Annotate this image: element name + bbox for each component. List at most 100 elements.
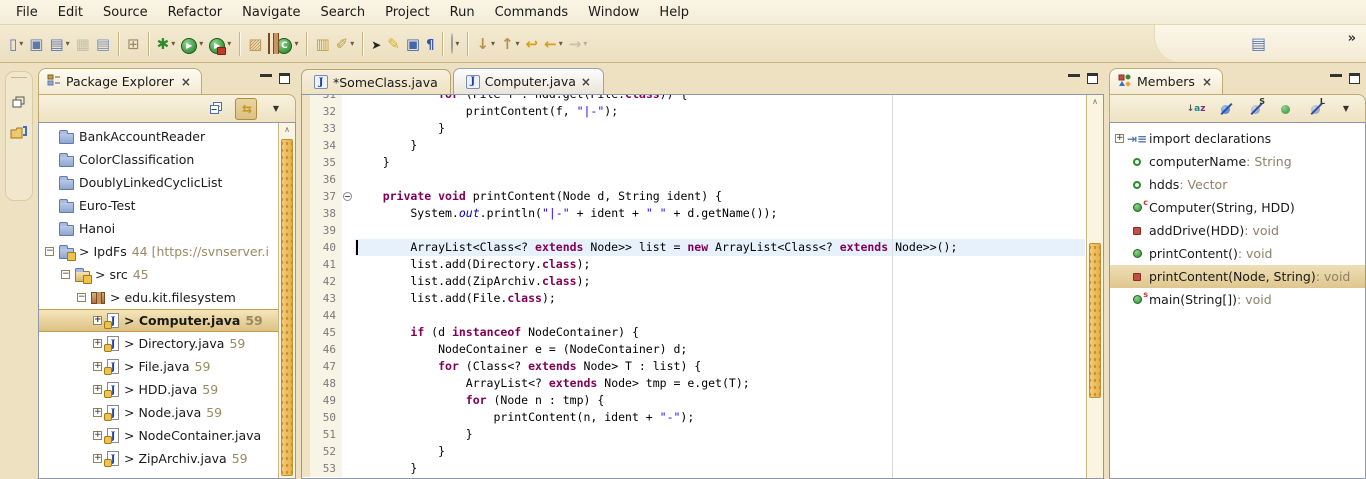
expand-icon[interactable]: + (93, 362, 102, 371)
toolbar-overflow-chevron[interactable]: » (1348, 31, 1356, 46)
run-button[interactable]: ▶▾ (178, 31, 206, 57)
member-item[interactable]: computerName : String (1110, 150, 1365, 173)
folding-ruler[interactable] (342, 307, 355, 324)
last-edit-location-button[interactable]: ↩ (523, 31, 542, 57)
code-text[interactable]: printContent(n, ident + "-"); (355, 409, 1085, 426)
code-line[interactable]: 52 } (302, 443, 1085, 460)
folding-ruler[interactable] (342, 222, 355, 239)
dropdown-arrow-icon[interactable]: ▾ (199, 39, 203, 48)
scrollbar-thumb[interactable] (281, 139, 293, 476)
new-java-project-button[interactable]: ▨ (245, 31, 265, 57)
minimize-button[interactable] (1330, 74, 1342, 83)
tree-item[interactable]: Euro-Test (39, 194, 278, 217)
dropdown-arrow-icon[interactable]: ▾ (455, 39, 459, 48)
code-line[interactable]: 40 ArrayList<Class<? extends Node>> list… (302, 239, 1085, 256)
tree-item[interactable]: +J> ZipArchiv.java59 (39, 447, 278, 470)
code-line[interactable]: 36 (302, 171, 1085, 188)
folding-ruler[interactable] (342, 120, 355, 137)
code-text[interactable]: private void printContent(Node d, String… (355, 188, 1085, 205)
dropdown-arrow-icon[interactable]: ▾ (516, 39, 520, 48)
tree-item[interactable]: −> src45 (39, 263, 278, 286)
member-item[interactable]: addDrive(HDD) : void (1110, 219, 1365, 242)
new-wizard-button[interactable]: ▤▾ (46, 31, 72, 57)
dropdown-arrow-icon[interactable]: ▾ (227, 39, 231, 48)
code-text[interactable]: for (Class<? extends Node> T : list) { (355, 358, 1085, 375)
code-line[interactable]: 33 } (302, 120, 1085, 137)
folding-ruler[interactable] (342, 409, 355, 426)
member-item[interactable]: smain(String[]) : void (1110, 288, 1365, 311)
expand-icon[interactable]: + (93, 431, 102, 440)
collapse-fold-icon[interactable] (343, 192, 352, 201)
menu-commands[interactable]: Commands (485, 2, 579, 23)
menu-project[interactable]: Project (375, 2, 439, 23)
folding-ruler[interactable] (342, 324, 355, 341)
folding-ruler[interactable] (342, 460, 355, 477)
new-visual-class-button[interactable]: ▣ (26, 31, 46, 57)
code-line[interactable]: 37 private void printContent(Node d, Str… (302, 188, 1085, 205)
expand-icon[interactable]: + (93, 408, 102, 417)
folding-ruler[interactable] (342, 392, 355, 409)
show-public-members-button[interactable] (1275, 98, 1297, 120)
collapse-icon[interactable]: − (61, 270, 70, 279)
show-whitespace-button[interactable]: ¶ (423, 31, 437, 57)
menu-help[interactable]: Help (649, 2, 699, 23)
folding-ruler[interactable] (342, 426, 355, 443)
code-line[interactable]: 41 list.add(Directory.class); (302, 256, 1085, 273)
expand-icon[interactable]: + (93, 385, 102, 394)
tree-item[interactable]: ColorClassification (39, 148, 278, 171)
dropdown-arrow-icon[interactable]: ▾ (491, 39, 495, 48)
open-type-button[interactable]: ▥ (312, 31, 332, 57)
code-line[interactable]: 31 for (File f : hdd.get(File.class)) { (302, 95, 1085, 103)
dropdown-arrow-icon[interactable]: ▾ (19, 39, 23, 48)
sort-button[interactable]: ↓az (1185, 98, 1207, 120)
folding-ruler[interactable] (342, 103, 355, 120)
member-item[interactable]: cComputer(String, HDD) (1110, 196, 1365, 219)
folding-ruler[interactable] (342, 95, 355, 103)
tree-item[interactable]: +J> Computer.java59 (39, 309, 278, 332)
code-line[interactable]: 49 for (Node n : tmp) { (302, 392, 1085, 409)
prev-annotation-button[interactable]: ↑▾ (498, 31, 523, 57)
folding-ruler[interactable] (342, 256, 355, 273)
member-item[interactable]: +⇥≡import declarations (1110, 127, 1365, 150)
tree-item[interactable]: +J> Node.java59 (39, 401, 278, 424)
folding-ruler[interactable] (342, 188, 355, 205)
dropdown-arrow-icon[interactable]: ▾ (350, 39, 354, 48)
code-text[interactable]: for (File f : hdd.get(File.class)) { (355, 95, 1085, 103)
folding-ruler[interactable] (342, 137, 355, 154)
view-menu-button[interactable]: ▼ (265, 98, 287, 120)
code-line[interactable]: 39 (302, 222, 1085, 239)
code-text[interactable]: } (355, 460, 1085, 477)
dropdown-arrow-icon[interactable]: ▾ (559, 39, 563, 48)
member-item[interactable]: printContent() : void (1110, 242, 1365, 265)
editor-scrollbar[interactable]: ∧ (1086, 95, 1103, 478)
java-perspective-icon[interactable]: ▤ (1251, 34, 1266, 53)
folding-ruler[interactable] (342, 290, 355, 307)
code-line[interactable]: 53 } (302, 460, 1085, 477)
folding-ruler[interactable] (342, 273, 355, 290)
expand-icon[interactable]: + (1115, 134, 1124, 143)
scroll-up-arrow[interactable]: ∧ (1087, 95, 1103, 109)
menu-refactor[interactable]: Refactor (158, 2, 233, 23)
code-text[interactable]: NodeContainer e = (NodeContainer) d; (355, 341, 1085, 358)
code-line[interactable]: 34 } (302, 137, 1085, 154)
tree-item[interactable]: DoublyLinkedCyclicList (39, 171, 278, 194)
search-button[interactable]: ✐▾ (333, 31, 358, 57)
code-line[interactable]: 43 list.add(File.class); (302, 290, 1085, 307)
tree-item[interactable]: +J> NodeContainer.java (39, 424, 278, 447)
close-icon[interactable]: × (581, 75, 591, 89)
dropdown-arrow-icon[interactable]: ▾ (294, 39, 298, 48)
minimize-button[interactable] (260, 74, 272, 83)
folding-ruler[interactable] (342, 375, 355, 392)
next-annotation-button[interactable]: ↓▾ (473, 31, 498, 57)
folding-ruler[interactable] (342, 239, 355, 256)
code-text[interactable]: } (355, 443, 1085, 460)
code-text[interactable]: ArrayList<Class<? extends Node>> list = … (355, 239, 1085, 256)
run-external-tools-button[interactable]: ▶▾ (206, 31, 234, 57)
menu-source[interactable]: Source (93, 2, 158, 23)
code-text[interactable]: System.out.println("|-" + ident + " " + … (355, 205, 1085, 222)
build-all-button[interactable]: ⊞ (124, 31, 143, 57)
maximize-button[interactable] (279, 73, 290, 84)
code-line[interactable]: 44 (302, 307, 1085, 324)
folding-ruler[interactable] (342, 443, 355, 460)
scroll-up-arrow[interactable]: ∧ (279, 123, 295, 137)
